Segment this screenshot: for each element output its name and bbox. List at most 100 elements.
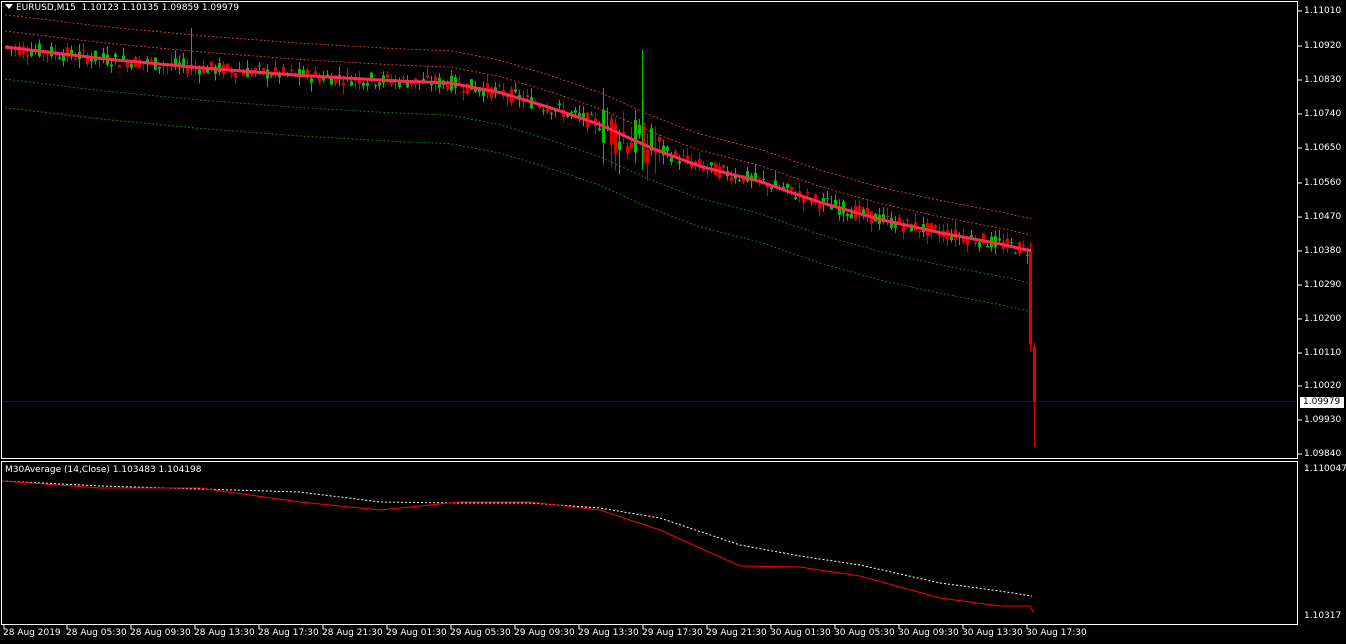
candle-body <box>350 81 353 86</box>
time-axis-label: 28 Aug 17:30 <box>258 628 319 638</box>
price-axis-label: 1.10020 <box>1304 381 1342 391</box>
candle-body <box>310 78 313 83</box>
indicator-pane-frame <box>1 461 1298 625</box>
candle-body <box>658 136 661 142</box>
candle-body <box>826 198 829 200</box>
candle-body <box>150 59 153 61</box>
candle-body <box>118 65 121 68</box>
time-axis-label: 30 Aug 05:30 <box>834 628 895 638</box>
candle-body <box>426 75 429 78</box>
candle-body <box>674 151 677 156</box>
candle-body <box>114 54 117 58</box>
time-axis-label: 28 Aug 13:30 <box>194 628 255 638</box>
price-axis-label: 1.10560 <box>1304 178 1342 188</box>
candle-body <box>974 242 977 244</box>
time-axis-label: 30 Aug 09:30 <box>898 628 959 638</box>
candle-body <box>806 191 809 193</box>
candle-body <box>550 112 553 115</box>
candle-body <box>158 66 161 69</box>
chart-title: EURUSD,M15 1.10123 1.10135 1.09859 1.099… <box>5 3 239 13</box>
candle-body <box>770 187 773 190</box>
lower-band-inner <box>4 78 1032 284</box>
time-axis-label: 29 Aug 01:30 <box>386 628 447 638</box>
main-chart-pane[interactable] <box>0 0 1346 644</box>
ohlc-values: 1.10123 1.10135 1.09859 1.09979 <box>81 3 240 13</box>
candle-body <box>498 84 501 87</box>
price-axis-label: 1.10920 <box>1304 41 1342 51</box>
price-axis-label: 1.10650 <box>1304 143 1342 153</box>
candle-body <box>598 128 601 131</box>
candle-body <box>998 238 1001 241</box>
candle-body <box>94 50 97 62</box>
candle-body <box>670 157 673 163</box>
price-axis-label: 1.10290 <box>1304 280 1342 290</box>
candle-body <box>362 82 365 87</box>
time-axis-label: 29 Aug 05:30 <box>450 628 511 638</box>
price-axis-label: 1.09930 <box>1304 415 1342 425</box>
candle-body <box>558 103 561 106</box>
candle-body <box>630 142 633 149</box>
candle-body <box>970 235 973 237</box>
candle-body <box>130 63 133 68</box>
price-axis-label: 1.10200 <box>1304 314 1342 324</box>
candle-body <box>446 84 449 90</box>
candle-body <box>678 161 681 164</box>
candle-body <box>794 196 797 199</box>
candle-body <box>790 186 793 191</box>
candle-body <box>574 110 577 113</box>
price-axis-label: 1.11010 <box>1304 6 1342 16</box>
candle-body <box>462 90 465 93</box>
candle-body <box>1022 244 1025 247</box>
candle-body <box>258 65 261 67</box>
candle-body <box>918 230 921 233</box>
candle-body <box>58 57 61 59</box>
lower-band-outer <box>4 107 1032 312</box>
candle-body <box>570 112 573 114</box>
candle-body <box>546 108 549 113</box>
current-price-label: 1.09979 <box>1300 397 1344 408</box>
candle-body <box>410 83 413 85</box>
indicator-axis-bottom: 1.10317 <box>1304 611 1342 621</box>
candle-body <box>758 177 761 179</box>
candle-body <box>110 64 113 67</box>
candle-body <box>1010 242 1013 244</box>
candle-body <box>74 58 77 60</box>
candle-body <box>578 113 581 117</box>
dropdown-triangle-icon[interactable] <box>5 4 13 9</box>
candle-body <box>326 74 329 76</box>
price-axis-label: 1.10470 <box>1304 212 1342 222</box>
candle-body <box>646 149 649 164</box>
candle-body <box>90 58 93 62</box>
time-axis-label: 28 Aug 05:30 <box>66 628 127 638</box>
indicator-title: M30Average (14,Close) 1.103483 1.104198 <box>5 465 202 475</box>
candle-body <box>986 246 989 248</box>
candle-body <box>514 89 517 92</box>
price-axis-label: 1.10380 <box>1304 246 1342 256</box>
candle-body <box>242 72 245 76</box>
time-axis-label: 28 Aug 21:30 <box>322 628 383 638</box>
candle-body <box>886 216 889 218</box>
candles <box>6 39 1029 264</box>
candle-body <box>542 110 545 112</box>
candle-body <box>82 49 85 51</box>
candle-body <box>46 54 49 56</box>
candle-body <box>902 225 905 232</box>
candle-body <box>538 106 541 108</box>
candle-body <box>402 76 405 79</box>
time-axis-label: 29 Aug 17:30 <box>642 628 703 638</box>
candle-body <box>346 72 349 75</box>
candle-body <box>762 178 765 180</box>
candle-body <box>710 162 713 166</box>
candle-body <box>378 82 381 86</box>
upper-band-inner <box>4 30 1032 236</box>
time-axis-label: 30 Aug 01:30 <box>770 628 831 638</box>
candle-body <box>850 213 853 219</box>
candle-body <box>846 213 849 217</box>
candle-body <box>270 75 273 77</box>
candle-body <box>274 67 277 72</box>
chart-canvas[interactable] <box>0 0 1346 644</box>
candle-body <box>626 145 629 154</box>
indicator-signal-line <box>1 480 1033 597</box>
candle-body <box>282 67 285 73</box>
candle-body <box>978 242 981 248</box>
